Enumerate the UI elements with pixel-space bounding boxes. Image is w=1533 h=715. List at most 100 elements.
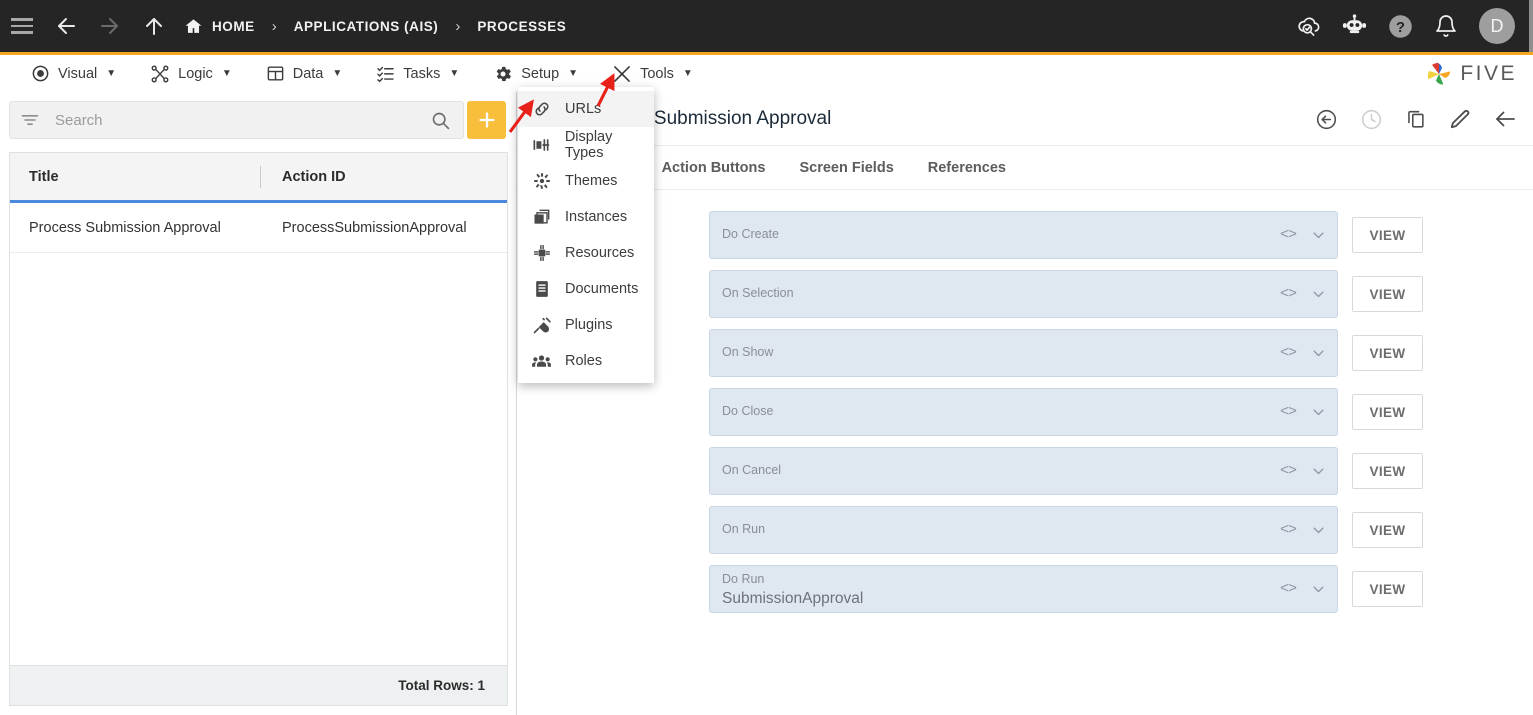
records-grid: Title Action ID Process Submission Appro… — [9, 152, 508, 706]
event-field-do-run[interactable]: Do Run SubmissionApproval <> — [709, 565, 1338, 613]
detail-action-icons — [1315, 92, 1517, 146]
menu-label-data: Data — [293, 66, 324, 82]
event-field-do-create[interactable]: Do Create <> — [709, 211, 1338, 259]
chevron-down-icon[interactable] — [1311, 405, 1326, 420]
menu-option-label: URLs — [565, 101, 601, 117]
view-button[interactable]: VIEW — [1352, 571, 1423, 607]
chevron-down-icon[interactable] — [1311, 464, 1326, 479]
arrow-left-icon[interactable] — [44, 0, 88, 52]
menu-label-visual: Visual — [58, 66, 97, 82]
five-logo-text: FIVE — [1460, 62, 1517, 86]
event-field-on-selection[interactable]: On Selection <> — [709, 270, 1338, 318]
view-button[interactable]: VIEW — [1352, 217, 1423, 253]
table-row[interactable]: Process Submission Approval ProcessSubmi… — [10, 203, 507, 253]
five-pinwheel-icon — [1425, 60, 1453, 88]
code-brackets-icon[interactable]: <> — [1280, 522, 1296, 539]
code-brackets-icon[interactable]: <> — [1280, 581, 1296, 598]
menu-item-tasks[interactable]: Tasks ▼ — [359, 55, 476, 92]
chat-bot-icon[interactable] — [1339, 11, 1369, 41]
menu-option-roles[interactable]: Roles — [518, 343, 654, 379]
menu-option-display-types[interactable]: Display Types — [518, 127, 654, 163]
event-label: Do Run — [722, 573, 764, 587]
events-list: Do Create <> VIEW On Selection — [517, 192, 1533, 715]
breadcrumb-item-applications[interactable]: APPLICATIONS (AIS) — [294, 0, 439, 52]
event-field-on-run[interactable]: On Run <> — [709, 506, 1338, 554]
menu-option-resources[interactable]: Resources — [518, 235, 654, 271]
code-brackets-icon[interactable]: <> — [1280, 227, 1296, 244]
view-button[interactable]: VIEW — [1352, 394, 1423, 430]
column-header-title[interactable]: Title — [10, 153, 260, 200]
menu-option-plugins[interactable]: Plugins — [518, 307, 654, 343]
event-field-on-show[interactable]: On Show <> — [709, 329, 1338, 377]
breadcrumb-item-home[interactable]: HOME — [176, 0, 255, 52]
event-field-do-close[interactable]: Do Close <> — [709, 388, 1338, 436]
view-button[interactable]: VIEW — [1352, 453, 1423, 489]
menu-item-logic[interactable]: Logic ▼ — [133, 55, 249, 92]
back-arrow-icon[interactable] — [1493, 107, 1517, 131]
search-input[interactable] — [40, 112, 430, 129]
menu-option-themes[interactable]: Themes — [518, 163, 654, 199]
menu-option-instances[interactable]: Instances — [518, 199, 654, 235]
notifications-bell-icon[interactable] — [1431, 11, 1461, 41]
top-nav-right-group: ? D — [1293, 0, 1515, 52]
filter-icon[interactable] — [20, 110, 40, 130]
chevron-down-icon: ▼ — [106, 68, 116, 79]
event-row: On Selection <> VIEW — [709, 270, 1533, 318]
detail-panel: Process Submission Approval — [517, 92, 1533, 715]
main-content: Title Action ID Process Submission Appro… — [0, 92, 1533, 715]
detail-header: Process Submission Approval — [517, 92, 1533, 146]
chevron-down-icon[interactable] — [1311, 346, 1326, 361]
menu-option-label: Themes — [565, 173, 617, 189]
chevron-down-icon[interactable] — [1311, 228, 1326, 243]
menu-option-documents[interactable]: Documents — [518, 271, 654, 307]
code-brackets-icon[interactable]: <> — [1280, 463, 1296, 480]
hamburger-icon[interactable] — [0, 0, 44, 52]
arrow-right-icon[interactable] — [88, 0, 132, 52]
event-label: Do Create — [722, 228, 1325, 242]
copy-icon[interactable] — [1405, 108, 1427, 130]
edit-pencil-icon[interactable] — [1449, 108, 1471, 130]
code-brackets-icon[interactable]: <> — [1280, 286, 1296, 303]
help-icon[interactable]: ? — [1385, 11, 1415, 41]
event-row: On Cancel <> VIEW — [709, 447, 1533, 495]
chevron-down-icon: ▼ — [332, 68, 342, 79]
event-label: Do Close — [722, 405, 1325, 419]
view-button[interactable]: VIEW — [1352, 276, 1423, 312]
event-row: Do Run SubmissionApproval <> VIEW — [709, 565, 1533, 613]
undo-circle-icon[interactable] — [1315, 108, 1338, 131]
event-field-on-cancel[interactable]: On Cancel <> — [709, 447, 1338, 495]
search-bar[interactable] — [9, 101, 464, 139]
menu-option-label: Roles — [565, 353, 602, 369]
chevron-down-icon[interactable] — [1311, 523, 1326, 538]
window-edge — [1529, 0, 1533, 52]
breadcrumb-item-processes[interactable]: PROCESSES — [477, 0, 566, 52]
five-logo: FIVE — [1425, 55, 1517, 92]
arrow-up-icon[interactable] — [132, 0, 176, 52]
menu-option-label: Resources — [565, 245, 634, 261]
tab-references[interactable]: References — [928, 146, 1006, 190]
history-clock-icon — [1360, 108, 1383, 131]
column-header-action-id[interactable]: Action ID — [261, 153, 346, 200]
application-window: HOME › APPLICATIONS (AIS) › PROCESSES ? … — [0, 0, 1533, 715]
view-button[interactable]: VIEW — [1352, 512, 1423, 548]
view-button[interactable]: VIEW — [1352, 335, 1423, 371]
checklist-icon — [376, 64, 395, 83]
grid-footer: Total Rows: 1 — [10, 665, 507, 705]
grid-header-row: Title Action ID — [10, 153, 507, 203]
cloud-check-icon[interactable] — [1293, 11, 1323, 41]
tab-action-buttons[interactable]: Action Buttons — [662, 146, 766, 190]
avatar[interactable]: D — [1479, 8, 1515, 44]
code-brackets-icon[interactable]: <> — [1280, 345, 1296, 362]
menu-item-visual[interactable]: Visual ▼ — [14, 55, 133, 92]
add-record-button[interactable] — [467, 101, 506, 139]
table-grid-icon — [266, 64, 285, 83]
chevron-down-icon[interactable] — [1311, 287, 1326, 302]
menu-option-urls[interactable]: URLs — [518, 91, 654, 127]
menu-item-data[interactable]: Data ▼ — [249, 55, 360, 92]
breadcrumb-separator: › — [255, 0, 294, 52]
chevron-down-icon: ▼ — [222, 68, 232, 79]
search-icon[interactable] — [430, 110, 453, 131]
chevron-down-icon[interactable] — [1311, 582, 1326, 597]
code-brackets-icon[interactable]: <> — [1280, 404, 1296, 421]
tab-screen-fields[interactable]: Screen Fields — [799, 146, 893, 190]
